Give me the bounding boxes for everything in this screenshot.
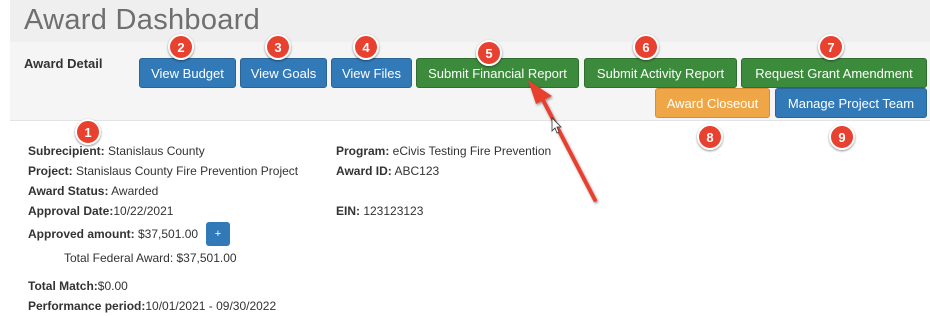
performance-period-row: Performance period:10/01/2021 - 09/30/20… bbox=[28, 299, 276, 313]
page-title: Award Dashboard bbox=[24, 4, 261, 36]
view-goals-button[interactable]: View Goals bbox=[240, 58, 327, 88]
total-match-value: $0.00 bbox=[97, 279, 128, 293]
total-federal-award: Total Federal Award: $37,501.00 bbox=[64, 251, 237, 265]
badge-2: 2 bbox=[168, 34, 194, 60]
project-label: Project: bbox=[28, 164, 73, 178]
ein-row: EIN: 123123123 bbox=[336, 204, 423, 218]
manage-project-team-button[interactable]: Manage Project Team bbox=[775, 88, 927, 118]
badge-8: 8 bbox=[697, 124, 723, 150]
performance-period-value: 10/01/2021 - 09/30/2022 bbox=[145, 299, 277, 313]
approved-amount-value: $37,501.00 bbox=[134, 227, 199, 241]
award-detail-label: Award Detail bbox=[24, 56, 103, 71]
badge-6: 6 bbox=[633, 34, 659, 60]
award-status-value: Awarded bbox=[108, 184, 159, 198]
award-status-row: Award Status: Awarded bbox=[28, 184, 158, 198]
project-row: Project: Stanislaus County Fire Preventi… bbox=[28, 164, 298, 178]
ein-value: 123123123 bbox=[360, 204, 424, 218]
badge-1: 1 bbox=[75, 119, 101, 145]
performance-period-label: Performance period: bbox=[28, 299, 146, 313]
program-row: Program: eCivis Testing Fire Prevention bbox=[336, 144, 551, 158]
award-status-label: Award Status: bbox=[28, 184, 109, 198]
approved-amount-row: Approved amount: $37,501.00 bbox=[28, 227, 198, 241]
badge-4: 4 bbox=[353, 34, 379, 60]
submit-activity-report-button[interactable]: Submit Activity Report bbox=[584, 58, 737, 88]
view-files-button[interactable]: View Files bbox=[331, 58, 412, 88]
add-amount-button[interactable]: + bbox=[206, 222, 230, 246]
approval-date-row: Approval Date:10/22/2021 bbox=[28, 204, 173, 218]
view-budget-button[interactable]: View Budget bbox=[139, 58, 236, 88]
subrecipient-row: Subrecipient: Stanislaus County bbox=[28, 144, 205, 158]
badge-5: 5 bbox=[476, 40, 502, 66]
badge-3: 3 bbox=[265, 34, 291, 60]
award-id-row: Award ID: ABC123 bbox=[336, 164, 439, 178]
project-value: Stanislaus County Fire Prevention Projec… bbox=[72, 164, 299, 178]
approval-date-label: Approval Date: bbox=[28, 204, 114, 218]
subrecipient-value: Stanislaus County bbox=[104, 144, 205, 158]
badge-7: 7 bbox=[818, 34, 844, 60]
program-label: Program: bbox=[336, 144, 390, 158]
total-match-row: Total Match:$0.00 bbox=[28, 279, 128, 293]
approved-amount-label: Approved amount: bbox=[28, 227, 135, 241]
subrecipient-label: Subrecipient: bbox=[28, 144, 105, 158]
request-grant-amendment-button[interactable]: Request Grant Amendment bbox=[741, 58, 927, 88]
award-closeout-button[interactable]: Award Closeout bbox=[655, 88, 770, 118]
ein-label: EIN: bbox=[336, 204, 360, 218]
award-id-label: Award ID: bbox=[336, 164, 392, 178]
total-match-label: Total Match: bbox=[28, 279, 98, 293]
badge-9: 9 bbox=[829, 124, 855, 150]
program-value: eCivis Testing Fire Prevention bbox=[389, 144, 552, 158]
approval-date-value: 10/22/2021 bbox=[113, 204, 174, 218]
award-id-value: ABC123 bbox=[391, 164, 440, 178]
